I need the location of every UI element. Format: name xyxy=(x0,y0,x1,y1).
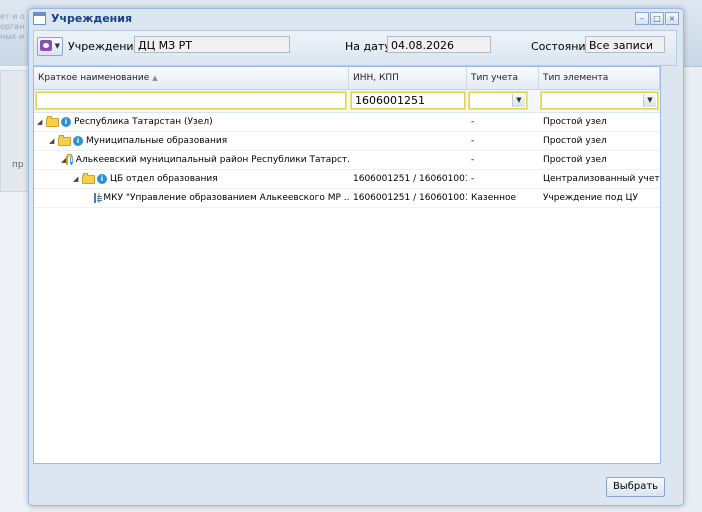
menu-button[interactable]: ▼ xyxy=(37,37,63,56)
grid-header: Краткое наименование ▲ ИНН, КПП Тип учета… xyxy=(34,67,660,90)
folder-icon xyxy=(46,115,59,127)
column-header-accounting-type[interactable]: Тип учета xyxy=(467,67,539,89)
institution-label: Учреждение: xyxy=(68,40,145,53)
row-accounting-type: - xyxy=(471,136,475,146)
document-icon xyxy=(94,193,102,203)
institutions-window: Учреждения – □ × ▼ Учреждение: ДЦ МЗ РТ … xyxy=(28,8,684,506)
folder-icon xyxy=(82,172,95,184)
row-inn xyxy=(349,132,467,150)
inn-filter-input[interactable]: 1606001251 xyxy=(351,92,465,109)
element-type-filter[interactable]: ▼ xyxy=(541,92,658,109)
row-element-type: Учреждение под ЦУ xyxy=(543,193,638,203)
tree-row[interactable]: i МКУ "Управление образованием Алькеевск… xyxy=(34,189,660,208)
institutions-grid: Краткое наименование ▲ ИНН, КПП Тип учета… xyxy=(33,66,661,464)
column-header-element-type[interactable]: Тип элемента xyxy=(539,67,660,89)
sort-asc-icon: ▲ xyxy=(152,74,158,82)
row-name: Муниципальные образования xyxy=(86,136,228,146)
window-titlebar[interactable]: Учреждения – □ × xyxy=(29,9,683,29)
date-field[interactable]: 04.08.2026 xyxy=(387,36,491,53)
info-icon: i xyxy=(98,193,101,203)
row-element-type: Простой узел xyxy=(543,136,607,146)
folder-icon xyxy=(58,134,71,146)
tree-row[interactable]: ◢ i ЦБ отдел образования 1606001251 / 16… xyxy=(34,170,660,189)
column-header-name[interactable]: Краткое наименование ▲ xyxy=(34,67,349,89)
row-inn: 1606001251 / 160601001 xyxy=(353,193,467,203)
select-button[interactable]: Выбрать xyxy=(606,477,665,497)
name-filter-input[interactable] xyxy=(36,92,346,109)
info-icon: i xyxy=(70,155,73,165)
window-title: Учреждения xyxy=(51,12,133,25)
chevron-down-icon: ▼ xyxy=(54,42,60,50)
window-body: ▼ Учреждение: ДЦ МЗ РТ На дату: 04.08.20… xyxy=(33,30,677,499)
institution-field[interactable]: ДЦ МЗ РТ xyxy=(134,36,290,53)
row-accounting-type: - xyxy=(471,117,475,127)
row-inn: 1606001251 / 160601001 xyxy=(353,174,467,184)
expand-toggle-icon[interactable]: ◢ xyxy=(49,132,58,150)
chevron-down-icon[interactable]: ▼ xyxy=(512,94,525,107)
info-icon: i xyxy=(73,136,83,146)
tree-row[interactable]: ◢ i Алькеевский муниципальный район Респ… xyxy=(34,151,660,170)
row-name: ЦБ отдел образования xyxy=(110,174,218,184)
row-name: МКУ "Управление образованием Алькеевског… xyxy=(103,193,349,203)
chevron-down-icon[interactable]: ▼ xyxy=(643,94,656,107)
info-icon: i xyxy=(97,174,107,184)
filter-toolbar: ▼ Учреждение: ДЦ МЗ РТ На дату: 04.08.20… xyxy=(33,30,677,66)
info-icon: i xyxy=(61,117,71,127)
accounting-type-filter[interactable]: ▼ xyxy=(469,92,527,109)
row-accounting-type: Казенное xyxy=(471,193,517,203)
row-element-type: Простой узел xyxy=(543,155,607,165)
gear-icon xyxy=(40,40,52,51)
tree-row[interactable]: ◢ i Республика Татарстан (Узел) - Просто… xyxy=(34,113,660,132)
window-icon xyxy=(33,12,46,25)
dialog-footer: Выбрать xyxy=(33,473,677,499)
window-controls: – □ × xyxy=(635,12,679,25)
row-name: Алькеевский муниципальный район Республи… xyxy=(75,155,349,165)
row-inn xyxy=(349,151,467,169)
folder-icon xyxy=(66,153,73,165)
row-accounting-type: - xyxy=(471,155,475,165)
row-element-type: Простой узел xyxy=(543,117,607,127)
column-header-inn[interactable]: ИНН, КПП xyxy=(349,67,467,89)
grid-rows: ◢ i Республика Татарстан (Узел) - Просто… xyxy=(34,113,660,208)
expand-toggle-icon[interactable]: ◢ xyxy=(37,113,46,131)
background-side-text: пр xyxy=(12,160,24,170)
maximize-icon[interactable]: □ xyxy=(650,12,664,25)
filter-row: 1606001251 ▼ ▼ xyxy=(34,90,660,113)
close-icon[interactable]: × xyxy=(665,12,679,25)
minimize-icon[interactable]: – xyxy=(635,12,649,25)
row-accounting-type: - xyxy=(471,174,475,184)
row-name: Республика Татарстан (Узел) xyxy=(74,117,213,127)
expand-toggle-icon[interactable]: ◢ xyxy=(73,170,82,188)
row-inn xyxy=(349,113,467,131)
row-element-type: Централизованный учет xyxy=(543,174,660,184)
state-field[interactable]: Все записи xyxy=(585,36,665,53)
tree-row[interactable]: ◢ i Муниципальные образования - Простой … xyxy=(34,132,660,151)
